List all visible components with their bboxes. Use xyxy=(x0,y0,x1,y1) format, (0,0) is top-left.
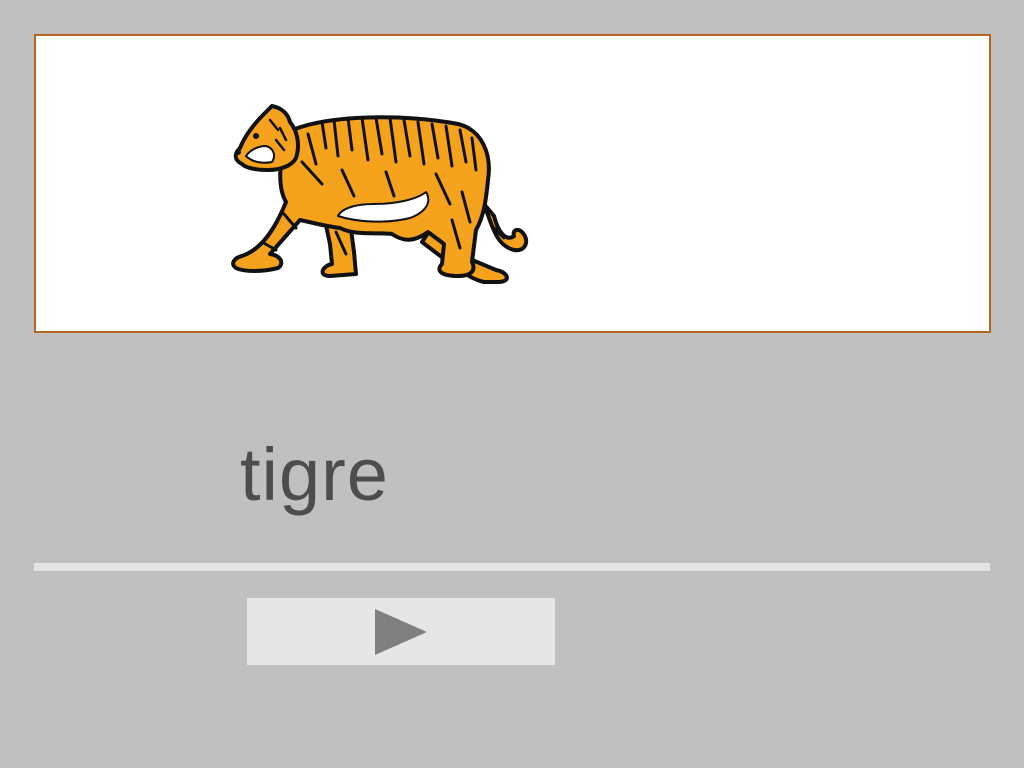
exercise-screen: tigre xyxy=(0,0,1024,768)
next-button[interactable] xyxy=(247,598,555,665)
divider xyxy=(34,563,990,571)
play-icon xyxy=(375,609,427,655)
picture-card xyxy=(34,34,991,333)
vocabulary-word: tigre xyxy=(240,433,389,516)
tiger-illustration xyxy=(231,104,529,284)
